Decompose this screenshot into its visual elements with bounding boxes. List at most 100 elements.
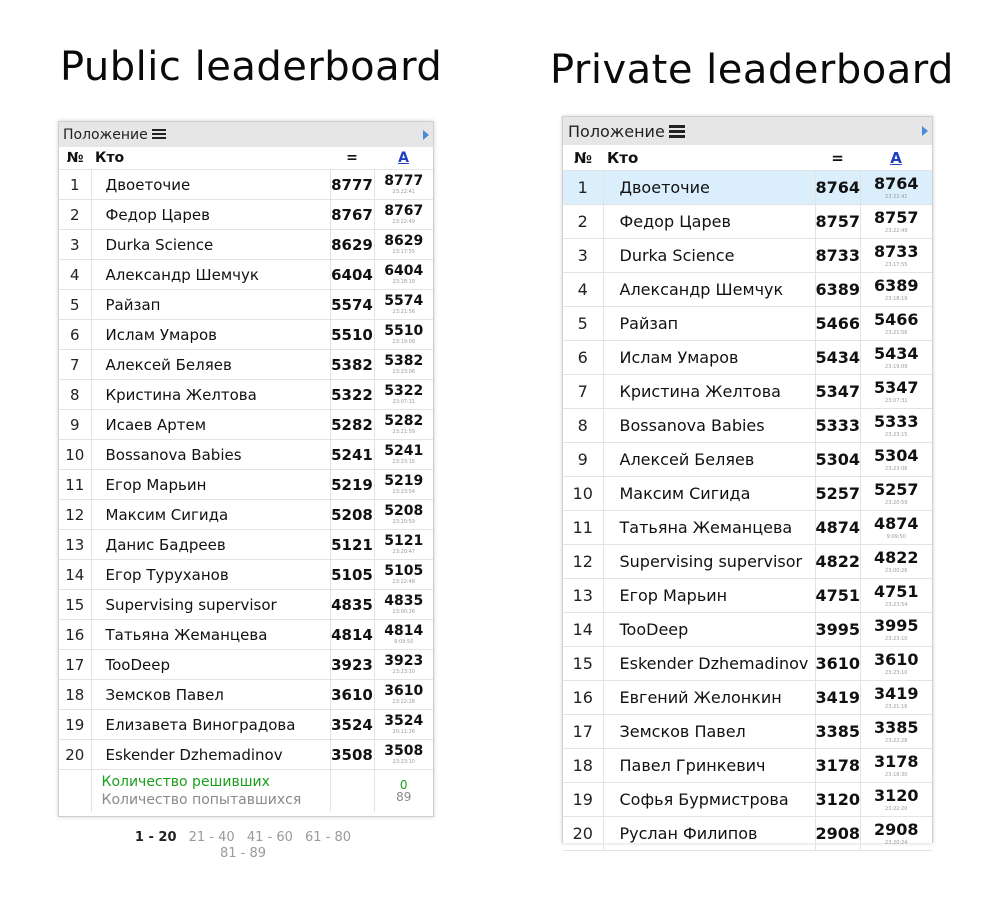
participant-name[interactable]: Татьяна Жеманцева [603,510,816,545]
participant-name[interactable]: Двоеточие [91,169,331,200]
standings-title: Положение [568,121,665,141]
problem-a-cell: 3419 23:21:16 [860,680,932,715]
participant-name[interactable]: Татьяна Жеманцева [91,619,331,650]
row-rank: 15 [59,589,92,620]
list-icon[interactable] [668,124,685,138]
chevron-right-icon[interactable] [423,129,429,140]
list-icon[interactable] [151,129,166,140]
table-row: 11 Егор Марьин 5219 5219 23:23:54 [59,469,433,500]
problem-a-cell: 8777 23:22:41 [374,169,433,200]
participant-name[interactable]: Алексей Беляев [603,442,816,477]
page-link-61-80[interactable]: 61 - 80 [305,830,351,845]
row-score: 5510 [330,319,375,350]
participant-name[interactable]: Durka Science [603,238,816,273]
participant-name[interactable]: Егор Туруханов [91,559,331,590]
problem-a-score: 8767 [384,203,424,219]
participant-name[interactable]: Земсков Павел [603,714,816,749]
row-score: 6404 [330,259,375,290]
participant-name[interactable]: Райзап [603,306,816,341]
participant-name[interactable]: Федор Царев [603,204,816,239]
participant-name[interactable]: TooDeep [91,649,331,680]
col-header-problem-a[interactable]: A [860,145,932,171]
participant-name[interactable]: Eskender Dzhemadinov [91,739,331,770]
problem-a-score: 3508 [384,743,424,759]
participant-name[interactable]: Bossanova Babies [603,408,816,443]
participant-name[interactable]: Максим Сигида [91,499,331,530]
chevron-right-icon[interactable] [922,126,928,136]
participant-name[interactable]: TooDeep [603,612,816,647]
row-rank: 1 [563,170,604,205]
participant-name[interactable]: Кристина Желтова [91,379,331,410]
participant-name[interactable]: Софья Бурмистрова [603,782,816,817]
table-row: 14 Егор Туруханов 5105 5105 23:22:48 [59,559,433,590]
page-link-41-60[interactable]: 41 - 60 [247,830,293,845]
problem-a-score: 6404 [384,263,424,279]
participant-name[interactable]: Руслан Филипов [603,816,816,851]
participant-name[interactable]: Федор Царев [91,199,331,230]
row-rank: 18 [59,679,92,710]
participant-name[interactable]: Александр Шемчук [91,259,331,290]
participant-name[interactable]: Supervising supervisor [603,544,816,579]
participant-name[interactable]: Елизавета Виноградова [91,709,331,740]
problem-a-score: 3995 [873,615,919,635]
col-header-who[interactable]: Кто [91,147,330,170]
participant-name[interactable]: Ислам Умаров [91,319,331,350]
row-rank: 19 [59,709,92,740]
participant-name[interactable]: Bossanova Babies [91,439,331,470]
col-header-who[interactable]: Кто [603,145,815,171]
problem-a-link[interactable]: A [890,149,902,167]
submission-time: 23:22:48 [392,579,415,585]
participant-name[interactable]: Durka Science [91,229,331,260]
page-link-81-89[interactable]: 81 - 89 [220,846,266,861]
problem-a-cell: 3508 23:23:10 [374,739,433,770]
problem-a-score: 5466 [873,309,919,329]
problem-a-cell: 8767 23:22:49 [374,199,433,230]
participant-name[interactable]: Кристина Желтова [603,374,816,409]
page-link-21-40[interactable]: 21 - 40 [189,830,235,845]
row-score: 8757 [815,204,861,239]
submission-time: 23:23:06 [885,465,908,472]
table-row: 8 Кристина Желтова 5322 5322 23:07:31 [59,379,433,410]
col-header-score[interactable]: = [330,147,374,170]
submission-time: 23:20:24 [885,839,908,846]
participant-name[interactable]: Александр Шемчук [603,272,816,307]
problem-a-score: 2908 [873,819,919,839]
table-row: 18 Земсков Павел 3610 3610 23:22:28 [59,679,433,710]
problem-a-cell: 3610 23:22:28 [374,679,433,710]
table-row: 16 Татьяна Жеманцева 4814 4814 9:09:50 [59,619,433,650]
row-score: 5121 [330,529,375,560]
summary-row: Количество решивших Количество попытавши… [59,769,433,812]
row-rank: 10 [563,476,604,511]
participant-name[interactable]: Eskender Dzhemadinov [603,646,816,681]
participant-name[interactable]: Райзап [91,289,331,320]
row-score: 8733 [815,238,861,273]
participant-name[interactable]: Земсков Павел [91,679,331,710]
problem-a-cell: 5466 23:21:56 [860,306,932,341]
problem-a-cell: 5333 23:23:15 [860,408,932,443]
problem-a-score: 5574 [384,293,424,309]
col-header-score[interactable]: = [815,145,860,171]
participant-name[interactable]: Егор Марьин [91,469,331,500]
col-header-problem-a[interactable]: A [374,147,433,170]
participant-name[interactable]: Supervising supervisor [91,589,331,620]
page-link-1-20[interactable]: 1 - 20 [135,830,177,845]
participant-name[interactable]: Данис Бадреев [91,529,331,560]
problem-a-link[interactable]: A [398,150,409,166]
participant-name[interactable]: Егор Марьин [603,578,816,613]
participant-name[interactable]: Ислам Умаров [603,340,816,375]
submission-time: 23:22:41 [392,189,415,195]
submission-time: 23:23:15 [392,459,415,465]
participant-name[interactable]: Алексей Беляев [91,349,331,380]
submission-time: 23:22:49 [392,219,415,225]
row-score: 3385 [815,714,861,749]
table-header-row: № Кто = A [563,145,932,171]
participant-name[interactable]: Двоеточие [603,170,816,205]
table-row: 6 Ислам Умаров 5510 5510 23:19:09 [59,319,433,350]
participant-name[interactable]: Евгений Желонкин [603,680,816,715]
table-row: 17 Земсков Павел 3385 3385 23:22:28 [563,714,932,749]
participant-name[interactable]: Максим Сигида [603,476,816,511]
table-row: 13 Данис Бадреев 5121 5121 23:20:47 [59,529,433,560]
participant-name[interactable]: Павел Гринкевич [603,748,816,783]
participant-name[interactable]: Исаев Артем [91,409,331,440]
problem-a-cell: 5347 23:07:31 [860,374,932,409]
